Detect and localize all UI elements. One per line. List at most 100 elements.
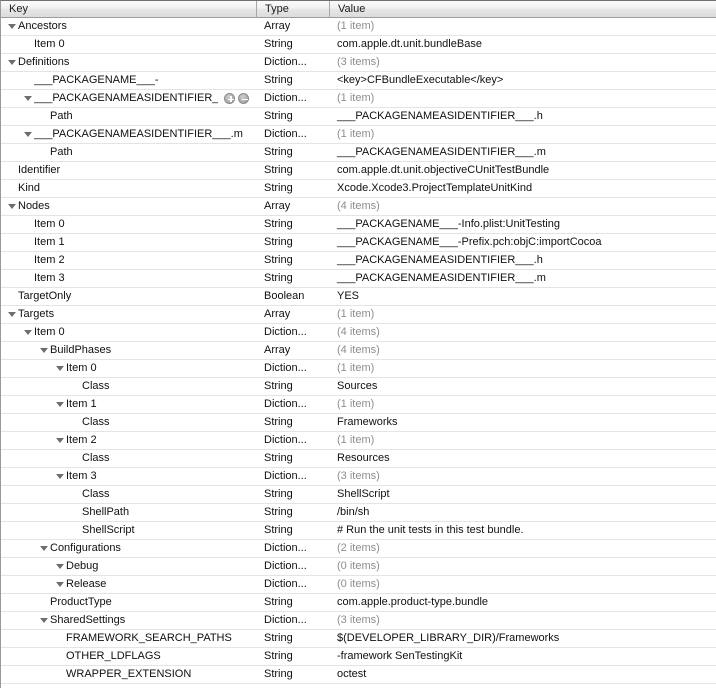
disclosure-triangle-open-icon[interactable] (7, 198, 18, 215)
add-row-icon[interactable] (224, 93, 236, 104)
disclosure-triangle-open-icon[interactable] (55, 360, 66, 377)
outline-row[interactable]: FRAMEWORK_SEARCH_PATHS String $(DEVELOPER_… (1, 630, 716, 648)
row-value-cell[interactable]: (1 item) (329, 360, 716, 377)
outline-row[interactable]: Item 2 String ___PACKAGENAMEASIDENTIFIER__… (1, 252, 716, 270)
outline-row[interactable]: Item 0 String com.apple.dt.unit.bundleBase (1, 36, 716, 54)
disclosure-triangle-open-icon[interactable] (55, 432, 66, 449)
row-value-cell[interactable]: ___PACKAGENAME___-Info.plist:UnitTesting (329, 216, 716, 233)
outline-row[interactable]: Item 0 String ___PACKAGENAME___-Info.plist… (1, 216, 716, 234)
row-key-cell[interactable]: Item 3 (1, 468, 256, 485)
row-key-cell[interactable]: TargetOnly (1, 288, 256, 305)
outline-row[interactable]: Nodes Array (4 items) (1, 198, 716, 216)
outline-row[interactable]: Item 0 Diction... (4 items) (1, 324, 716, 342)
row-type-cell[interactable]: String (256, 594, 329, 611)
row-key-cell[interactable]: Kind (1, 180, 256, 197)
row-key-cell[interactable]: Path (1, 144, 256, 161)
outline-row[interactable]: Class String Frameworks (1, 414, 716, 432)
row-key-cell[interactable]: Release (1, 576, 256, 593)
row-type-cell[interactable]: String (256, 234, 329, 251)
row-type-cell[interactable]: Boolean (256, 288, 329, 305)
row-key-cell[interactable]: Class (1, 450, 256, 467)
row-type-cell[interactable]: Diction... (256, 432, 329, 449)
row-key-cell[interactable]: Item 2 (1, 432, 256, 449)
row-key-cell[interactable]: ShellPath (1, 504, 256, 521)
row-type-cell[interactable]: String (256, 450, 329, 467)
row-key-cell[interactable]: Debug (1, 558, 256, 575)
row-key-cell[interactable]: Definitions (1, 54, 256, 71)
row-key-cell[interactable]: SharedSettings (1, 612, 256, 629)
outline-row[interactable]: Targets Array (1 item) (1, 306, 716, 324)
row-key-cell[interactable]: Item 2 (1, 252, 256, 269)
column-header-value[interactable]: Value (329, 1, 716, 18)
row-type-cell[interactable]: Diction... (256, 396, 329, 413)
row-type-cell[interactable]: Array (256, 306, 329, 323)
row-key-cell[interactable]: OTHER_LDFLAGS (1, 648, 256, 665)
row-value-cell[interactable]: com.apple.dt.unit.bundleBase (329, 36, 716, 53)
disclosure-triangle-open-icon[interactable] (55, 576, 66, 593)
row-type-cell[interactable]: String (256, 108, 329, 125)
outline-row[interactable]: Identifier String com.apple.dt.unit.object… (1, 162, 716, 180)
row-type-cell[interactable]: String (256, 36, 329, 53)
outline-row[interactable]: ProductType String com.apple.product-type.… (1, 594, 716, 612)
row-value-cell[interactable]: (3 items) (329, 612, 716, 629)
row-key-cell[interactable]: ProductType (1, 594, 256, 611)
row-type-cell[interactable]: Diction... (256, 90, 329, 107)
outline-row[interactable]: Ancestors Array (1 item) (1, 18, 716, 36)
row-value-cell[interactable]: ___PACKAGENAMEASIDENTIFIER___.m (329, 270, 716, 287)
row-value-cell[interactable]: Sources (329, 378, 716, 395)
disclosure-triangle-open-icon[interactable] (7, 18, 18, 35)
row-type-cell[interactable]: Diction... (256, 126, 329, 143)
row-value-cell[interactable]: YES (329, 288, 716, 305)
disclosure-triangle-open-icon[interactable] (7, 306, 18, 323)
row-value-cell[interactable]: ___PACKAGENAMEASIDENTIFIER___.m (329, 144, 716, 161)
row-key-cell[interactable]: BuildPhases (1, 342, 256, 359)
row-value-cell[interactable]: Resources (329, 450, 716, 467)
row-key-cell[interactable]: Configurations (1, 540, 256, 557)
outline-row[interactable]: ShellPath String/bin/sh (1, 504, 716, 522)
row-value-cell[interactable]: com.apple.product-type.bundle (329, 594, 716, 611)
row-value-cell[interactable]: Frameworks (329, 414, 716, 431)
column-header-key[interactable]: Key (1, 1, 256, 18)
row-type-cell[interactable]: Array (256, 198, 329, 215)
row-value-cell[interactable]: (1 item) (329, 90, 716, 107)
row-value-cell[interactable]: (3 items) (329, 54, 716, 71)
disclosure-triangle-open-icon[interactable] (55, 558, 66, 575)
row-value-cell[interactable]: (0 items) (329, 576, 716, 593)
row-value-cell[interactable]: -framework SenTestingKit (329, 648, 716, 665)
outline-row[interactable]: OTHER_LDFLAGS String -framework SenTesting… (1, 648, 716, 666)
row-type-cell[interactable]: String (256, 252, 329, 269)
row-key-cell[interactable]: Class (1, 486, 256, 503)
row-value-cell[interactable]: # Run the unit tests in this test bundle… (329, 522, 716, 539)
row-key-cell[interactable]: WRAPPER_EXTENSION (1, 666, 256, 683)
outline-row[interactable]: ShellScript String # Run the unit tests in… (1, 522, 716, 540)
disclosure-triangle-open-icon[interactable] (7, 54, 18, 71)
outline-row[interactable]: Item 3 Diction... (3 items) (1, 468, 716, 486)
row-key-cell[interactable]: FRAMEWORK_SEARCH_PATHS (1, 630, 256, 647)
outline-row[interactable]: Path String ___PACKAGENAMEASIDENTIFIER___.… (1, 108, 716, 126)
outline-row[interactable]: ___PACKAGENAMEASIDENTIFIER_ Diction... (1 … (1, 90, 716, 108)
outline-row[interactable]: TargetOnly Boolean YES (1, 288, 716, 306)
row-key-cell[interactable]: Item 0 (1, 360, 256, 377)
row-type-cell[interactable]: String (256, 180, 329, 197)
row-key-cell[interactable]: ___PACKAGENAMEASIDENTIFIER_ (1, 90, 256, 107)
disclosure-triangle-open-icon[interactable] (39, 540, 50, 557)
row-type-cell[interactable]: String (256, 648, 329, 665)
row-key-cell[interactable]: Item 0 (1, 216, 256, 233)
row-type-cell[interactable]: Diction... (256, 360, 329, 377)
row-key-cell[interactable]: Item 3 (1, 270, 256, 287)
row-key-cell[interactable]: Class (1, 378, 256, 395)
row-key-cell[interactable]: ___PACKAGENAMEASIDENTIFIER___.m (1, 126, 256, 143)
outline-row[interactable]: WRAPPER_EXTENSION String octest (1, 666, 716, 684)
row-value-cell[interactable]: Xcode.Xcode3.ProjectTemplateUnitKind (329, 180, 716, 197)
row-key-cell[interactable]: Path (1, 108, 256, 125)
row-type-cell[interactable]: Array (256, 342, 329, 359)
outline-row[interactable]: Item 0 Diction... (1 item) (1, 360, 716, 378)
row-type-cell[interactable]: String (256, 630, 329, 647)
row-key-cell[interactable]: Item 0 (1, 36, 256, 53)
row-type-cell[interactable]: String (256, 378, 329, 395)
disclosure-triangle-open-icon[interactable] (23, 126, 34, 143)
property-list-outline-view[interactable]: Key Type Value Ancestors Array (1 item) Ite… (0, 0, 716, 688)
column-header-type[interactable]: Type (256, 1, 329, 18)
outline-row[interactable]: ___PACKAGENAMEASIDENTIFIER___.m Diction..… (1, 126, 716, 144)
row-value-cell[interactable]: (0 items) (329, 558, 716, 575)
